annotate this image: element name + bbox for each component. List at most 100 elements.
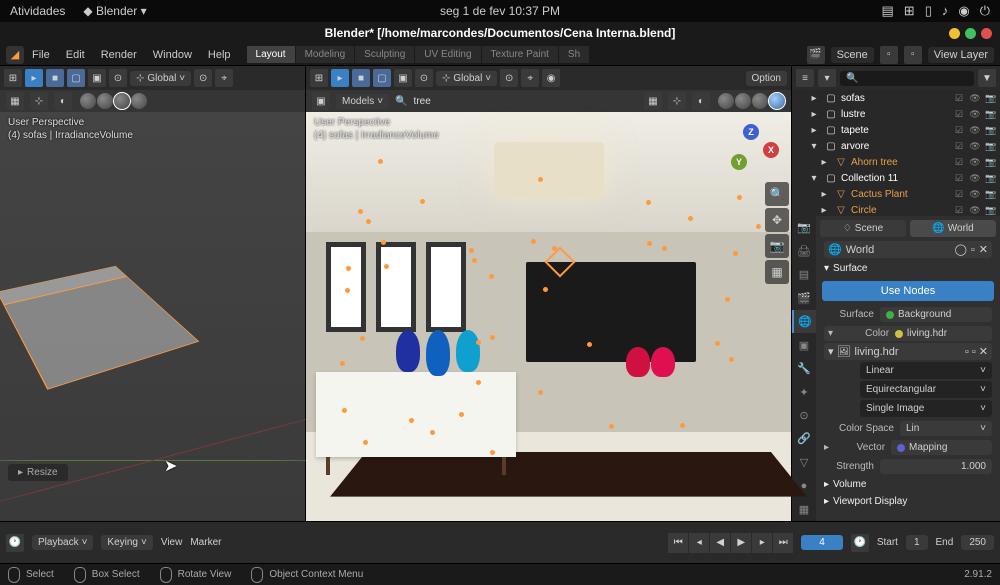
auto-key-icon[interactable]: 🕐: [851, 534, 869, 552]
resize-panel[interactable]: ▸ Resize: [8, 464, 68, 481]
wireframe-shading-icon[interactable]: [718, 93, 734, 109]
playback-menu[interactable]: Playback ˅: [32, 535, 93, 550]
view-menu[interactable]: View: [161, 537, 183, 548]
outliner-item[interactable]: ▸ ▢ lustre ☑ 👁 📷: [792, 106, 1000, 122]
render-icon[interactable]: 📷: [984, 107, 998, 121]
select-mode-icon[interactable]: ■: [352, 69, 370, 87]
minimize-button[interactable]: [949, 28, 960, 39]
visibility-icon[interactable]: 👁: [968, 171, 982, 185]
material-shading-icon[interactable]: [114, 93, 130, 109]
viewlayer-selector[interactable]: View Layer: [928, 47, 994, 63]
particles-tab-icon[interactable]: ✦: [792, 380, 816, 403]
visibility-icon[interactable]: 👁: [968, 139, 982, 153]
snap-toggle-icon[interactable]: ⌖: [521, 69, 539, 87]
workspace-tab-sh[interactable]: Sh: [559, 46, 590, 63]
exclude-icon[interactable]: ☑: [952, 155, 966, 169]
end-frame-input[interactable]: 250: [961, 535, 994, 550]
new-icon[interactable]: ▫: [971, 244, 975, 256]
image-datablock[interactable]: ▾ 🖼 living.hdr ▫ ▫ ✕: [824, 343, 992, 360]
camera-view-icon[interactable]: 📷: [765, 234, 789, 258]
visibility-icon[interactable]: 👁: [968, 203, 982, 216]
gizmo-icon[interactable]: ⊹: [668, 92, 686, 110]
filter-icon[interactable]: ▼: [978, 69, 996, 87]
select-mode-icon[interactable]: ▢: [67, 69, 85, 87]
solid-shading-icon[interactable]: [735, 93, 751, 109]
overlay-toggle-icon[interactable]: ◐: [54, 92, 72, 110]
scene-icon[interactable]: 🎬: [807, 46, 825, 64]
vector-input[interactable]: Mapping: [891, 440, 992, 455]
render-icon[interactable]: 📷: [984, 139, 998, 153]
outliner-item[interactable]: ▸ ▽ Circle ☑ 👁 📷: [792, 202, 1000, 216]
visibility-icon[interactable]: 👁: [968, 107, 982, 121]
delete-icon[interactable]: ✕: [979, 243, 988, 256]
exclude-icon[interactable]: ☑: [952, 203, 966, 216]
current-frame-input[interactable]: 4: [801, 535, 843, 550]
options-dropdown[interactable]: Option: [746, 71, 787, 86]
select-mode-icon[interactable]: ■: [46, 69, 64, 87]
material-shading-icon[interactable]: [752, 93, 768, 109]
render-tab-icon[interactable]: 📷: [792, 216, 816, 239]
wireframe-shading-icon[interactable]: [80, 93, 96, 109]
outliner-item[interactable]: ▸ ▢ sofas ☑ 👁 📷: [792, 90, 1000, 106]
surface-shader-dropdown[interactable]: Background: [880, 307, 992, 322]
tray-icon[interactable]: ⊞: [904, 3, 915, 19]
modifier-tab-icon[interactable]: 🔧: [792, 357, 816, 380]
outliner-search-input[interactable]: 🔍: [840, 71, 974, 86]
viewport-main[interactable]: ⊞ ▸ ■ ▢ ▣ ⊙ ⊹ Global ˅ ⊙ ⌖ ◉ Option ▣ Mo…: [306, 66, 792, 521]
pivot-icon[interactable]: ⊙: [500, 69, 518, 87]
app-indicator[interactable]: ◆ Blender ▾: [83, 4, 146, 18]
workspace-tab-modeling[interactable]: Modeling: [296, 46, 356, 63]
display-mode-icon[interactable]: ▾: [818, 69, 836, 87]
workspace-tab-uv-editing[interactable]: UV Editing: [415, 46, 481, 63]
projection-dropdown[interactable]: Equirectangular˅: [860, 381, 992, 398]
collection-dropdown[interactable]: Models ˅: [336, 94, 389, 109]
viewport-display-panel-header[interactable]: ▸ Viewport Display: [820, 493, 996, 510]
exclude-icon[interactable]: ☑: [952, 171, 966, 185]
workspace-tab-texture-paint[interactable]: Texture Paint: [482, 46, 559, 63]
tray-icon[interactable]: ♪: [942, 3, 949, 19]
jump-start-icon[interactable]: ⏮: [668, 533, 688, 553]
outliner-item[interactable]: ▸ ▢ tapete ☑ 👁 📷: [792, 122, 1000, 138]
zoom-icon[interactable]: 🔍: [765, 182, 789, 206]
tray-icon[interactable]: ⏻: [980, 3, 990, 19]
overlay-icon[interactable]: ▦: [644, 92, 662, 110]
pin-icon[interactable]: ◯: [955, 243, 967, 256]
gizmo-icon[interactable]: ⊹: [30, 92, 48, 110]
proportional-icon[interactable]: ◉: [542, 69, 560, 87]
source-dropdown[interactable]: Single Image˅: [860, 400, 992, 417]
mode-selector[interactable]: ▸: [331, 69, 349, 87]
overlay-icon[interactable]: ▦: [6, 92, 24, 110]
collection-icon[interactable]: ▣: [312, 92, 330, 110]
play-reverse-icon[interactable]: ◀: [710, 533, 730, 553]
surface-panel-header[interactable]: ▾ Surface: [820, 260, 996, 277]
pivot-icon[interactable]: ⊙: [194, 69, 212, 87]
visibility-icon[interactable]: 👁: [968, 187, 982, 201]
editor-type-icon[interactable]: ⊞: [310, 69, 328, 87]
keyframe-next-icon[interactable]: ▸: [752, 533, 772, 553]
color-input[interactable]: living.hdr: [895, 328, 988, 339]
use-nodes-button[interactable]: Use Nodes: [822, 281, 994, 301]
exclude-icon[interactable]: ☑: [952, 123, 966, 137]
visibility-icon[interactable]: 👁: [968, 155, 982, 169]
perspective-icon[interactable]: ▦: [765, 260, 789, 284]
snap-toggle-icon[interactable]: ⌖: [215, 69, 233, 87]
workspace-tab-layout[interactable]: Layout: [247, 46, 296, 63]
outliner-item[interactable]: ▾ ▢ arvore ☑ 👁 📷: [792, 138, 1000, 154]
volume-panel-header[interactable]: ▸ Volume: [820, 476, 996, 493]
viewport-canvas[interactable]: X Y Z 🔍 ✥ 📷 ▦: [306, 112, 791, 521]
keyframe-prev-icon[interactable]: ◂: [689, 533, 709, 553]
data-tab-icon[interactable]: ▽: [792, 451, 816, 474]
world-tab-icon[interactable]: 🌐: [792, 310, 816, 333]
navigation-gizmo[interactable]: X Y Z: [729, 124, 779, 174]
search-input[interactable]: tree: [414, 96, 638, 107]
menu-window[interactable]: Window: [145, 47, 200, 63]
viewlayer-tab-icon[interactable]: ▤: [792, 263, 816, 286]
orientation-dropdown[interactable]: ⊹ Global ˅: [436, 71, 497, 86]
overlay-toggle-icon[interactable]: ◐: [692, 92, 710, 110]
start-frame-input[interactable]: 1: [906, 535, 928, 550]
move-icon[interactable]: ✥: [765, 208, 789, 232]
render-icon[interactable]: 📷: [984, 155, 998, 169]
physics-tab-icon[interactable]: ⊙: [792, 404, 816, 427]
viewport-left[interactable]: ⊞ ▸ ■ ▢ ▣ ⊙ ⊹ Global ˅ ⊙ ⌖ ▦ ⊹ ◐ User Pe…: [0, 66, 306, 521]
select-mode-icon[interactable]: ▢: [373, 69, 391, 87]
